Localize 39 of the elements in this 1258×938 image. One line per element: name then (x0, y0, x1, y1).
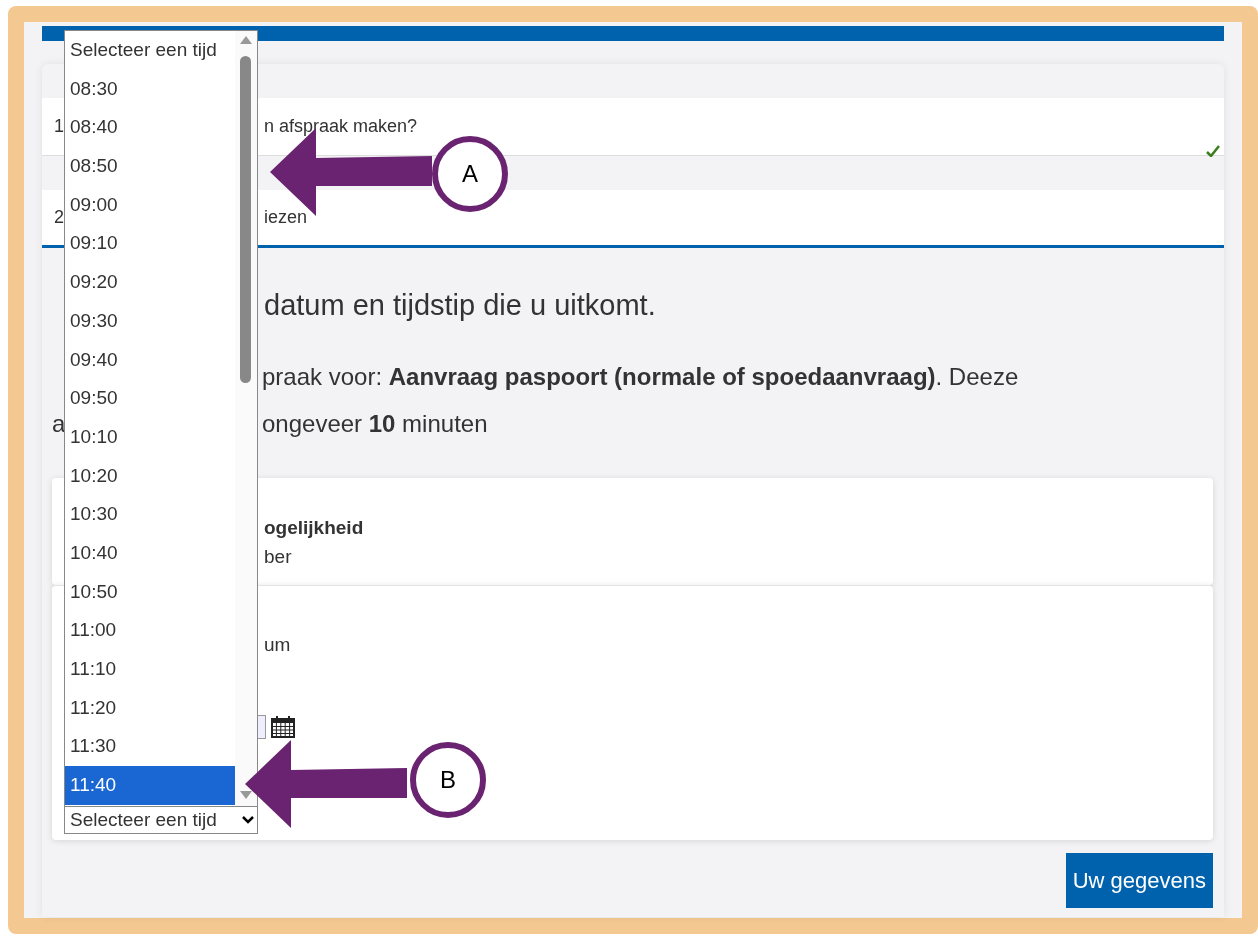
intro-text: ongeveer 10 minuten (262, 409, 488, 439)
time-option[interactable]: 09:50 (65, 379, 235, 418)
time-option[interactable]: 09:30 (65, 301, 235, 341)
time-option[interactable]: Selecteer een tijd (65, 31, 235, 70)
time-option[interactable]: 08:40 (65, 108, 235, 148)
check-icon (1206, 145, 1220, 157)
intro-text: a (52, 410, 66, 437)
time-option[interactable]: 11:40 (65, 766, 235, 805)
scrollbar[interactable] (235, 31, 257, 806)
time-option[interactable]: 09:40 (65, 340, 235, 380)
calendar-icon[interactable] (271, 715, 295, 738)
step-number: 2 (54, 207, 64, 227)
time-option[interactable]: 10:50 (65, 572, 235, 612)
next-button[interactable]: Uw gegevens (1065, 853, 1213, 908)
time-option[interactable]: 09:20 (65, 263, 235, 302)
scrollbar-thumb[interactable] (240, 56, 251, 383)
time-select[interactable]: Selecteer een tijd (64, 806, 258, 834)
card-title: ogelijkheid (264, 516, 365, 540)
time-option[interactable]: 10:10 (65, 417, 235, 457)
date-label: um (264, 633, 292, 657)
time-option[interactable]: 10:40 (65, 533, 235, 573)
intro-text: praak voor: Aanvraag paspoort (normale of spoedaanvraag). Deeze (262, 362, 1019, 392)
date-field[interactable] (258, 714, 266, 739)
time-option[interactable]: 10:20 (65, 456, 235, 496)
time-dropdown-list[interactable]: Selecteer een tijd 08:30 08:40 08:50 09:00 09:10 09:20 09:30 09:40 09:50 10:10 10:20 10:30 10:40 10:50 11:00 11:10 11:20 11:30 11:40 (64, 30, 258, 806)
time-option[interactable]: 11:10 (65, 650, 235, 689)
step-title: iezen (264, 206, 308, 229)
time-option[interactable]: 11:00 (65, 611, 235, 650)
scroll-down-icon[interactable] (239, 790, 253, 800)
step-title: n afspraak maken? (264, 115, 418, 138)
time-option[interactable]: 11:20 (65, 688, 235, 728)
step-number: 1 (54, 116, 64, 136)
card-subtitle: ber (264, 544, 293, 569)
time-option[interactable]: 10:30 (65, 495, 235, 534)
time-option[interactable]: 11:30 (65, 727, 235, 767)
chevron-down-icon (242, 816, 254, 824)
heading-text: datum en tijdstip die u uitkomt. (264, 288, 656, 323)
scroll-up-icon[interactable] (239, 35, 253, 45)
select-value: Selecteer een tijd (70, 807, 217, 832)
